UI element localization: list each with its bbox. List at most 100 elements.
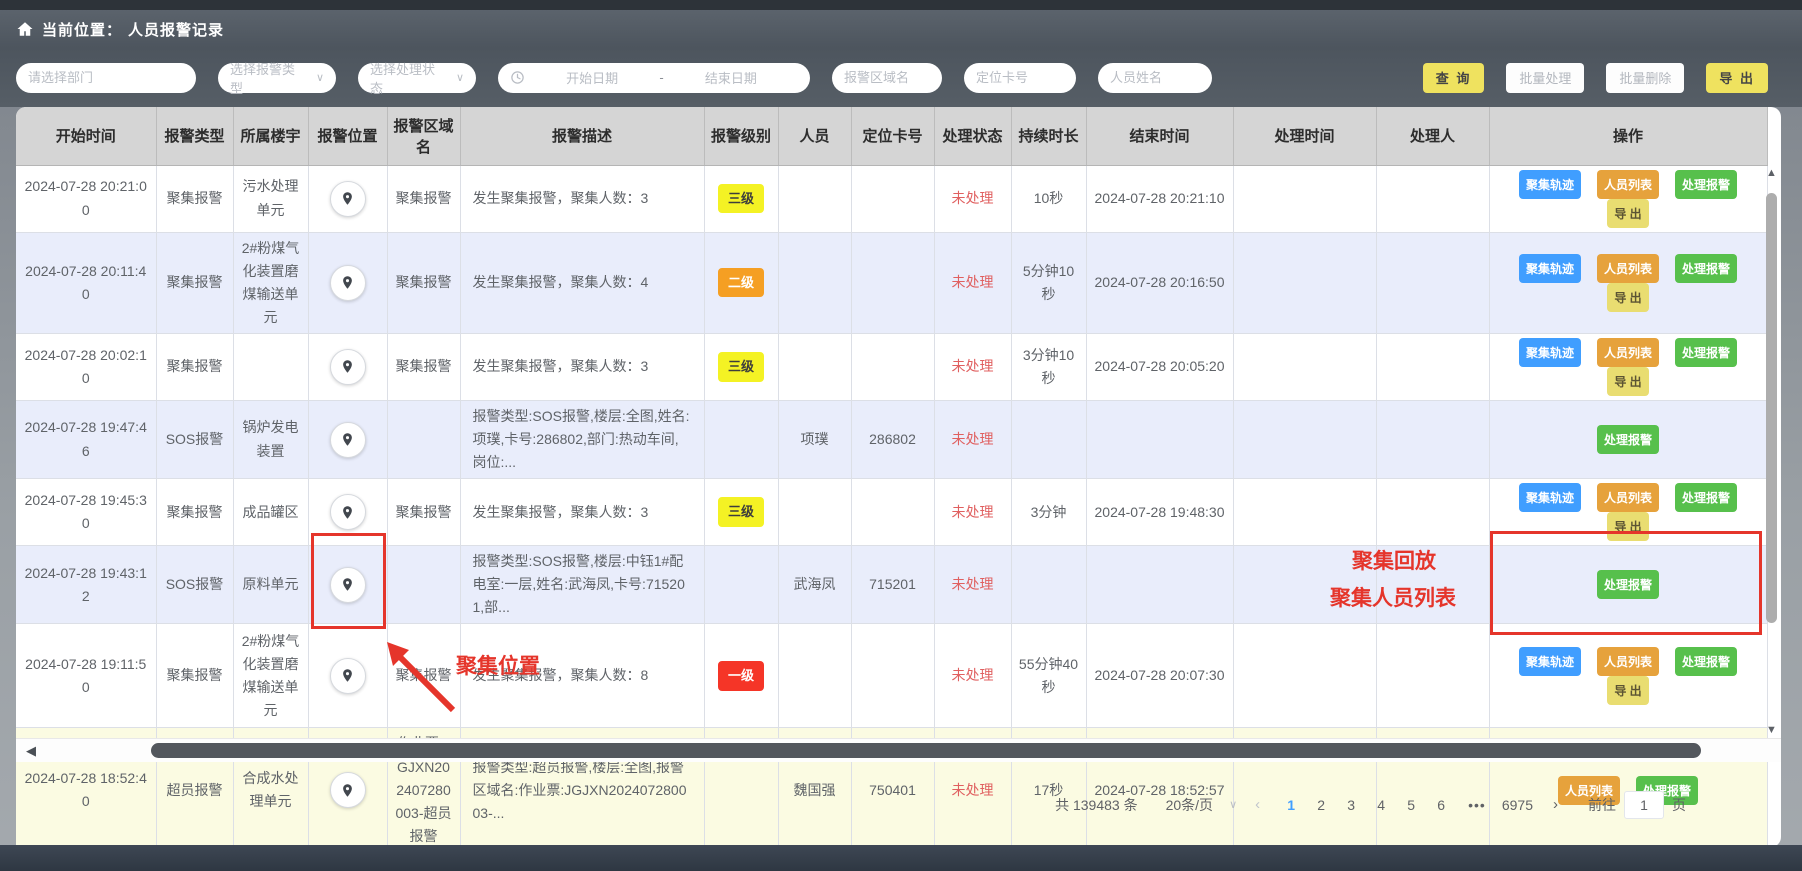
export-action-button[interactable]: 导 出 (1607, 676, 1648, 705)
start-time-cell: 2024-07-28 20:21:00 (16, 165, 156, 232)
track-action-button[interactable]: 聚集轨迹 (1519, 647, 1581, 676)
date-range-picker[interactable]: 开始日期 - 结束日期 (498, 63, 810, 93)
date-separator: - (659, 70, 663, 85)
scroll-left-icon[interactable]: ◀ (26, 743, 36, 759)
handle-action-button[interactable]: 处理报警 (1675, 338, 1737, 367)
column-header: 开始时间 (16, 107, 156, 165)
duration-cell: 55分钟40秒 (1011, 624, 1086, 728)
alarm-type-select[interactable]: 选择报警类型 ∨ (218, 63, 336, 93)
area-name-cell: 聚集报警 (387, 333, 460, 400)
start-time-cell: 2024-07-28 20:11:40 (16, 232, 156, 333)
list-action-button[interactable]: 人员列表 (1597, 338, 1659, 367)
more-pages-button[interactable]: ••• (1468, 797, 1486, 813)
batch-handle-button[interactable]: 批量处理 (1506, 63, 1584, 93)
track-action-button[interactable]: 聚集轨迹 (1519, 170, 1581, 199)
alarm-level-cell: 三级 (704, 165, 778, 232)
handle-action-button[interactable]: 处理报警 (1597, 425, 1659, 454)
track-action-button[interactable]: 聚集轨迹 (1519, 338, 1581, 367)
end-date-placeholder[interactable]: 结束日期 (705, 68, 757, 87)
person-name-input[interactable] (1110, 70, 1200, 85)
page-size-select[interactable]: 20条/页 ∨ (1166, 795, 1238, 815)
handle-action-button[interactable]: 处理报警 (1675, 170, 1737, 199)
alarm-type-cell: 聚集报警 (156, 333, 233, 400)
export-action-button[interactable]: 导 出 (1607, 512, 1648, 541)
department-field[interactable] (16, 63, 196, 93)
building-cell: 污水处理单元 (233, 165, 308, 232)
location-pin-icon[interactable] (330, 181, 366, 217)
batch-delete-button[interactable]: 批量删除 (1606, 63, 1684, 93)
alarm-level-badge: 三级 (718, 497, 764, 526)
table-row: 2024-07-28 19:47:46SOS报警锅炉发电装置报警类型:SOS报警… (16, 400, 1767, 478)
alarm-record-panel: 开始时间报警类型所属楼宇报警位置报警区域名报警描述报警级别人员定位卡号处理状态持… (16, 107, 1781, 847)
card-no-input[interactable] (976, 70, 1064, 85)
location-pin-icon[interactable] (330, 658, 366, 694)
handle-status-cell: 未处理 (934, 479, 1011, 546)
location-pin-icon[interactable] (330, 265, 366, 301)
area-name-input[interactable] (844, 70, 930, 85)
handle-time-cell (1233, 232, 1376, 333)
last-page-button[interactable]: 6975 (1500, 793, 1535, 817)
handler-cell (1376, 333, 1489, 400)
horizontal-scroll-thumb[interactable] (151, 743, 1701, 758)
alarm-position-cell[interactable] (308, 546, 387, 624)
list-action-button[interactable]: 人员列表 (1597, 170, 1659, 199)
home-icon[interactable] (16, 20, 34, 38)
vertical-scroll-thumb[interactable] (1766, 193, 1777, 623)
horizontal-scrollbar[interactable]: ◀ (16, 738, 1781, 762)
start-time-cell: 2024-07-28 20:02:10 (16, 333, 156, 400)
chevron-down-icon: ∨ (1229, 798, 1237, 811)
column-header: 所属楼宇 (233, 107, 308, 165)
scroll-down-icon[interactable]: ▼ (1765, 724, 1778, 736)
handle-action-button[interactable]: 处理报警 (1675, 254, 1737, 283)
location-pin-icon[interactable] (330, 422, 366, 458)
export-button[interactable]: 导 出 (1706, 63, 1768, 93)
alarm-level-badge: 一级 (718, 661, 764, 690)
alarm-position-cell[interactable] (308, 624, 387, 728)
alarm-position-cell[interactable] (308, 232, 387, 333)
person-name-field[interactable] (1098, 63, 1212, 93)
export-action-button[interactable]: 导 出 (1607, 367, 1648, 396)
page-number-button[interactable]: 6 (1428, 793, 1454, 817)
building-cell: 成品罐区 (233, 479, 308, 546)
alarm-position-cell[interactable] (308, 400, 387, 478)
list-action-button[interactable]: 人员列表 (1597, 483, 1659, 512)
alarm-position-cell[interactable] (308, 165, 387, 232)
area-name-cell (387, 546, 460, 624)
export-action-button[interactable]: 导 出 (1607, 199, 1648, 228)
vertical-scrollbar[interactable]: ▲ ▼ (1765, 167, 1778, 736)
card-no-field[interactable] (964, 63, 1076, 93)
next-page-button[interactable]: › (1549, 796, 1562, 813)
handle-status-select[interactable]: 选择处理状态 ∨ (358, 63, 476, 93)
location-pin-icon[interactable] (330, 567, 366, 603)
current-location-label: 当前位置： (42, 19, 122, 40)
page-number-button[interactable]: 3 (1338, 793, 1364, 817)
track-action-button[interactable]: 聚集轨迹 (1519, 254, 1581, 283)
page-number-button[interactable]: 4 (1368, 793, 1394, 817)
location-pin-icon[interactable] (330, 349, 366, 385)
person-cell: 项璞 (778, 400, 851, 478)
list-action-button[interactable]: 人员列表 (1597, 254, 1659, 283)
alarm-position-cell[interactable] (308, 333, 387, 400)
export-action-button[interactable]: 导 出 (1607, 283, 1648, 312)
page-number-button[interactable]: 2 (1308, 793, 1334, 817)
building-cell: 2#粉煤气化装置磨煤输送单元 (233, 624, 308, 728)
area-name-field[interactable] (832, 63, 942, 93)
handle-action-button[interactable]: 处理报警 (1597, 570, 1659, 599)
alarm-desc-cell: 发生聚集报警，聚集人数：3 (460, 333, 704, 400)
alarm-position-cell[interactable] (308, 479, 387, 546)
location-pin-icon[interactable] (330, 494, 366, 530)
prev-page-button[interactable]: ‹ (1251, 796, 1264, 813)
scroll-up-icon[interactable]: ▲ (1765, 167, 1778, 179)
track-action-button[interactable]: 聚集轨迹 (1519, 483, 1581, 512)
query-button[interactable]: 查 询 (1423, 63, 1485, 93)
handle-action-button[interactable]: 处理报警 (1675, 483, 1737, 512)
list-action-button[interactable]: 人员列表 (1597, 647, 1659, 676)
page-number-button[interactable]: 1 (1278, 793, 1304, 817)
department-input[interactable] (28, 70, 184, 85)
start-date-placeholder[interactable]: 开始日期 (566, 68, 618, 87)
handle-action-button[interactable]: 处理报警 (1675, 647, 1737, 676)
goto-page-input[interactable] (1624, 791, 1664, 819)
alarm-type-cell: SOS报警 (156, 400, 233, 478)
start-time-cell: 2024-07-28 19:43:12 (16, 546, 156, 624)
page-number-button[interactable]: 5 (1398, 793, 1424, 817)
